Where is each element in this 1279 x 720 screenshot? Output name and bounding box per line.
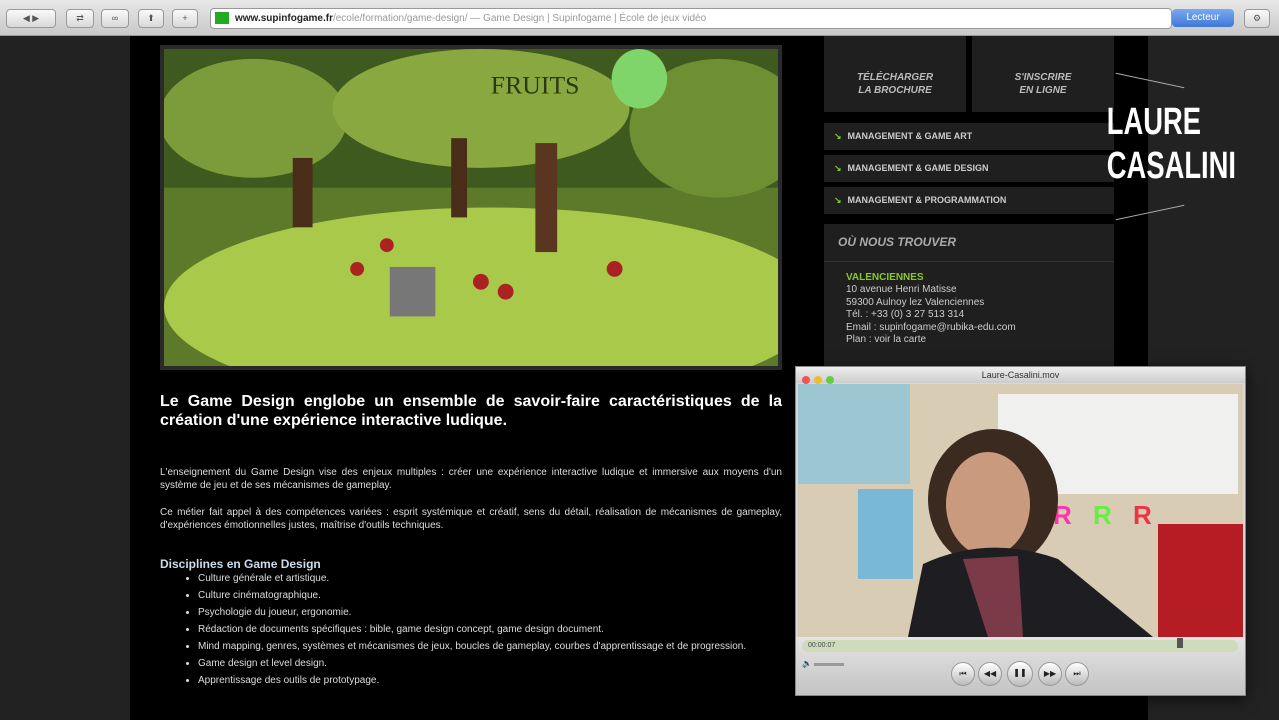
phone: Tél. : +33 (0) 3 27 513 314 (846, 309, 965, 320)
player-controls: 00:00:07 🔈 ⏮ ◀◀ ❚❚ ▶▶ ⏭ (796, 637, 1245, 695)
back-forward-button[interactable]: ◀ ▶ (6, 9, 56, 28)
arrow-icon: ↘ (834, 195, 842, 205)
register-online-button[interactable]: S'INSCRIRE EN LIGNE (972, 36, 1114, 112)
minimize-icon[interactable] (814, 376, 822, 384)
address-bar[interactable]: www.supinfogame.fr/ecole/formation/game-… (210, 8, 1172, 29)
favicon-icon (215, 12, 229, 25)
list-item: Apprentissage des outils de prototypage. (198, 674, 820, 687)
list-item: Psychologie du joueur, ergonomie. (198, 606, 820, 619)
location-box: OÙ NOUS TROUVER VALENCIENNES 10 avenue H… (824, 224, 1114, 369)
location-title: OÙ NOUS TROUVER (824, 224, 1114, 262)
settings-gear-icon[interactable]: ⚙ (1244, 9, 1270, 28)
list-item: Culture cinématographique. (198, 589, 820, 602)
disciplines-list: Culture générale et artistique. Culture … (160, 572, 820, 691)
playhead[interactable] (1176, 638, 1183, 648)
download-brochure-button[interactable]: TÉLÉCHARGER LA BROCHURE (824, 36, 966, 112)
svg-text:R: R (1133, 500, 1152, 530)
zoom-icon[interactable] (826, 376, 834, 384)
menu-label: MANAGEMENT & PROGRAMMATION (847, 195, 1007, 205)
map-link[interactable]: Plan : voir la carte (824, 334, 1114, 347)
menu-label: MANAGEMENT & GAME ART (847, 131, 973, 141)
last-name: CASALINI (1106, 145, 1237, 187)
browser-toolbar: ◀ ▶ ⇄ ∞ ⬆ + www.supinfogame.fr/ecole/for… (0, 0, 1279, 36)
menu-label: MANAGEMENT & GAME DESIGN (847, 163, 989, 173)
close-icon[interactable] (802, 376, 810, 384)
first-name: LAURE (1106, 101, 1202, 143)
volume-icon[interactable]: 🔈 (802, 659, 812, 668)
rewind-button[interactable]: ◀◀ (978, 662, 1002, 686)
new-tab-button[interactable]: + (172, 9, 198, 28)
window-title: Laure-Casalini.mov (796, 367, 1245, 383)
cta-label: S'INSCRIRE (1014, 72, 1072, 83)
share-button[interactable]: ⇄ (66, 9, 94, 28)
list-item: Rédaction de documents spécifiques : bib… (198, 623, 820, 636)
address-line: 10 avenue Henri Matisse (846, 284, 957, 295)
menu-item-game-design[interactable]: ↘ MANAGEMENT & GAME DESIGN (824, 155, 1114, 182)
quicktime-window: Laure-Casalini.mov RRR 00:00:07 🔈 ⏮ ◀◀ ❚… (795, 366, 1246, 696)
menu-item-programmation[interactable]: ↘ MANAGEMENT & PROGRAMMATION (824, 187, 1114, 214)
pause-button[interactable]: ❚❚ (1007, 661, 1033, 687)
time-readout: 00:00:07 (808, 642, 836, 649)
list-item: Game design et level design. (198, 657, 820, 670)
progress-scrubber[interactable]: 00:00:07 (802, 638, 1238, 652)
overlay-name: LAURE CASALINI (1106, 100, 1237, 188)
svg-text:R: R (1093, 500, 1112, 530)
cta-label: LA BROCHURE (858, 85, 932, 96)
skip-end-button[interactable]: ⏭ (1065, 662, 1089, 686)
fast-forward-button[interactable]: ▶▶ (1038, 662, 1062, 686)
address-line: 59300 Aulnoy lez Valenciennes (846, 296, 985, 308)
cta-label: EN LIGNE (1019, 85, 1067, 96)
email-link[interactable]: Email : supinfogame@rubika-edu.com (824, 322, 1114, 335)
game-screenshot: FRUITS (160, 45, 782, 370)
skip-start-button[interactable]: ⏮ (951, 662, 975, 686)
arrow-icon: ↘ (834, 131, 842, 141)
arrow-icon: ↘ (834, 163, 842, 173)
lead-paragraph: Le Game Design englobe un ensemble de sa… (160, 393, 782, 429)
url-path: /ecole/formation/game-design/ — Game Des… (332, 13, 707, 24)
skills-paragraph: Ce métier fait appel à des compétences v… (160, 507, 782, 531)
url-domain: www.supinfogame.fr (235, 13, 333, 24)
upload-button[interactable]: ⬆ (138, 9, 164, 28)
list-item: Culture générale et artistique. (198, 572, 820, 585)
intro-paragraph: L'enseignement du Game Design vise des e… (160, 467, 782, 491)
volume-slider[interactable] (814, 663, 844, 666)
fruits-sign: FRUITS (491, 71, 580, 100)
cta-label: TÉLÉCHARGER (856, 72, 934, 83)
reader-button[interactable]: Lecteur (1172, 9, 1234, 27)
reading-list-button[interactable]: ∞ (101, 9, 129, 28)
disciplines-heading: Disciplines en Game Design (160, 557, 321, 571)
menu-item-game-art[interactable]: ↘ MANAGEMENT & GAME ART (824, 123, 1114, 150)
video-frame[interactable]: RRR (798, 384, 1243, 637)
list-item: Mind mapping, genres, systèmes et mécani… (198, 640, 820, 653)
city: VALENCIENNES (846, 271, 924, 283)
